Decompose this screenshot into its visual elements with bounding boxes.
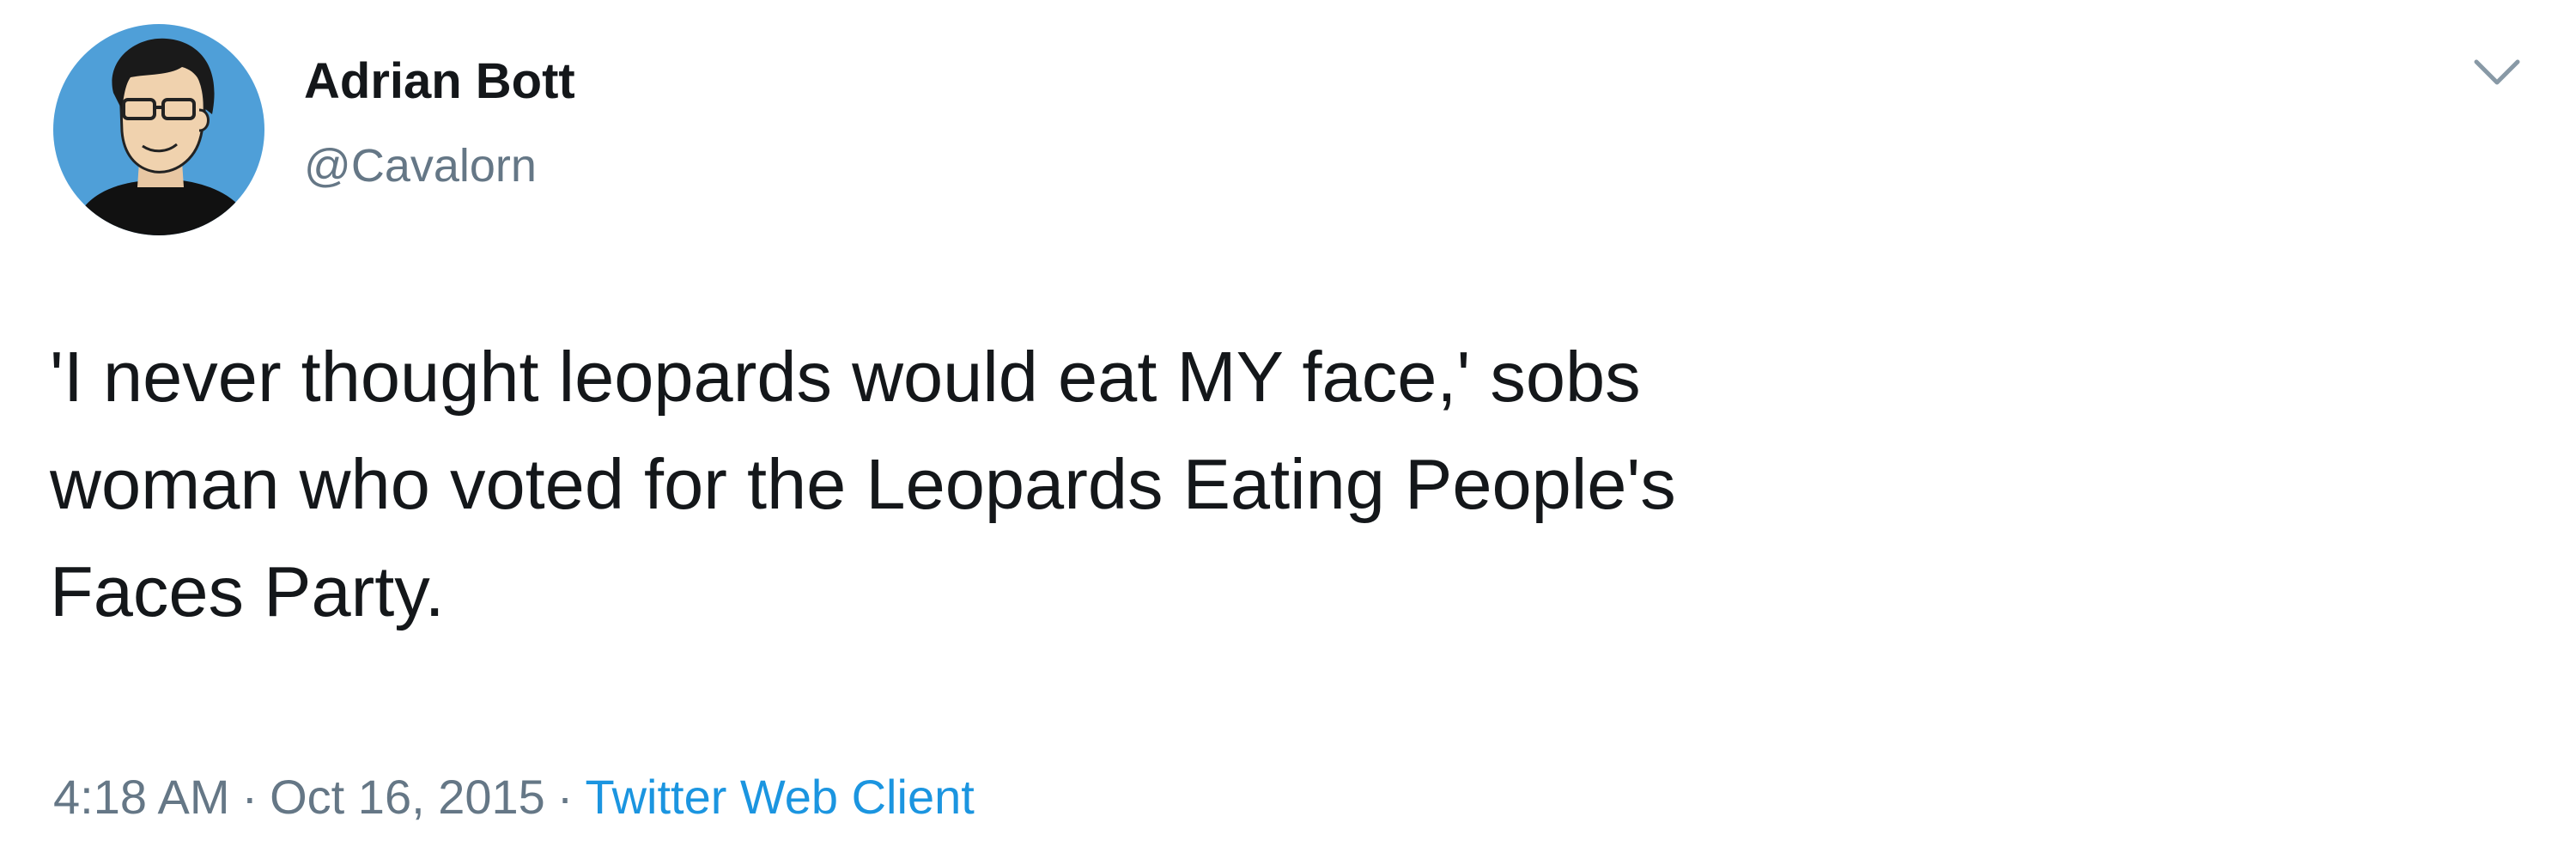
- tweet-metadata: 4:18 AM · Oct 16, 2015 · Twitter Web Client: [53, 773, 975, 821]
- chevron-down-icon: [2474, 59, 2520, 85]
- author-display-name[interactable]: Adrian Bott: [304, 57, 575, 107]
- meta-separator: ·: [241, 770, 258, 824]
- tweet-time[interactable]: 4:18 AM: [53, 770, 229, 824]
- author-avatar[interactable]: [53, 24, 264, 235]
- tweet-source-link[interactable]: Twitter Web Client: [585, 770, 974, 824]
- tweet-date[interactable]: Oct 16, 2015: [270, 770, 545, 824]
- avatar-portrait-icon: [53, 24, 264, 235]
- meta-separator: ·: [556, 770, 574, 824]
- tweet-text: 'I never thought leopards would eat MY f…: [50, 337, 1676, 631]
- tweet-card: Adrian Bott @Cavalorn 'I never thought l…: [0, 0, 2576, 859]
- tweet-menu-button[interactable]: [2471, 55, 2523, 89]
- author-handle[interactable]: @Cavalorn: [304, 143, 537, 189]
